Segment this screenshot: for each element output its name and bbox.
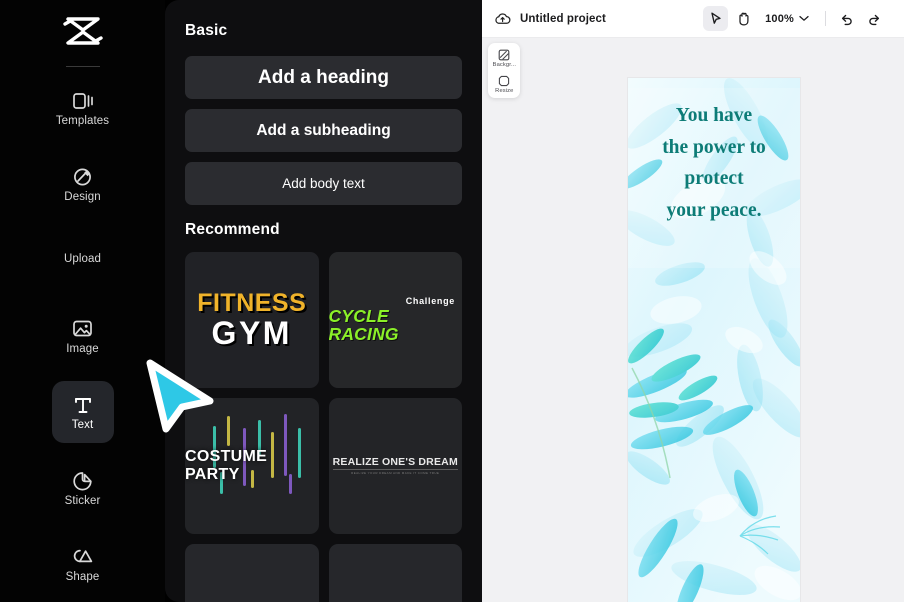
cursor-arrow-icon bbox=[711, 12, 721, 24]
basic-section-title: Basic bbox=[185, 22, 228, 39]
shape-icon bbox=[71, 545, 95, 569]
zoom-level-value: 100% bbox=[765, 12, 794, 25]
canvas-workspace: Untitled project 100% Backgr... Resize Y… bbox=[482, 0, 904, 602]
undo-button[interactable] bbox=[834, 6, 859, 31]
add-subheading-button[interactable]: Add a subheading bbox=[185, 109, 462, 152]
template-card-5[interactable] bbox=[185, 544, 319, 602]
template-card-fitness-gym[interactable]: FITNESS GYM bbox=[185, 252, 319, 388]
recommend-section-title: Recommend bbox=[185, 221, 280, 238]
canvas-region: Backgr... Resize You have the power to p… bbox=[482, 38, 904, 602]
quote-line: the power to bbox=[662, 136, 766, 158]
image-icon bbox=[71, 317, 94, 341]
canvas-floating-toolbar: Backgr... Resize bbox=[488, 43, 520, 99]
template-line-2: REALIZE YOUR DREAM AND MAKE IT COME TRUE bbox=[351, 471, 440, 476]
sidebar-item-upload[interactable]: Upload bbox=[52, 229, 114, 291]
text-tool-panel: Basic Add a heading Add a subheading Add… bbox=[165, 0, 482, 602]
quote-line: protect bbox=[684, 168, 744, 190]
sidebar-item-label: Design bbox=[64, 190, 101, 203]
divider bbox=[332, 469, 458, 471]
sidebar-item-shape[interactable]: Shape bbox=[52, 533, 114, 595]
template-line-1: REALIZE ONE'S DREAM bbox=[332, 455, 458, 468]
template-card-realize-dream[interactable]: REALIZE ONE'S DREAM REALIZE YOUR DREAM A… bbox=[328, 398, 463, 534]
undo-icon bbox=[841, 14, 852, 25]
background-tool-button[interactable]: Backgr... bbox=[488, 48, 520, 68]
rail-item-list: Templates Design Upload Image Text Stick… bbox=[0, 77, 165, 602]
design-brush-icon bbox=[71, 165, 95, 189]
resize-icon bbox=[498, 74, 510, 88]
capcut-logo-icon bbox=[62, 17, 103, 45]
template-line-1: Challenge bbox=[405, 296, 455, 306]
sidebar-item-design[interactable]: Design bbox=[52, 153, 114, 215]
design-artboard[interactable]: You have the power to protect your peace… bbox=[628, 78, 800, 602]
dream-text-column: REALIZE ONE'S DREAM REALIZE YOUR DREAM A… bbox=[332, 455, 458, 476]
quote-line: your peace. bbox=[666, 199, 762, 221]
capcut-editor-window: Templates Design Upload Image Text Stick… bbox=[0, 0, 904, 602]
hand-tool-button[interactable] bbox=[731, 6, 756, 31]
sidebar-item-label: Text bbox=[71, 418, 94, 431]
sidebar-item-sticker[interactable]: Sticker bbox=[52, 457, 114, 519]
hand-icon bbox=[739, 12, 749, 26]
templates-icon bbox=[71, 89, 95, 113]
template-line-2: CYCLE RACING bbox=[328, 306, 399, 344]
sidebar-item-image[interactable]: Image bbox=[52, 305, 114, 367]
add-body-text-button[interactable]: Add body text bbox=[185, 162, 462, 205]
sidebar-item-label: Sticker bbox=[64, 494, 101, 507]
zoom-control[interactable]: 100% bbox=[765, 13, 809, 25]
sidebar-item-text[interactable]: Text bbox=[51, 381, 114, 443]
toolbar-separator bbox=[825, 11, 826, 26]
rail-divider bbox=[65, 66, 100, 67]
canvas-tool-label: Resize bbox=[494, 86, 514, 94]
add-heading-button[interactable]: Add a heading bbox=[185, 56, 462, 99]
sidebar-item-label: Shape bbox=[65, 570, 100, 583]
app-logo[interactable] bbox=[0, 0, 165, 62]
canvas-tool-label: Backgr... bbox=[492, 61, 516, 68]
template-card-costume-party[interactable]: COSTUME PARTY bbox=[185, 398, 319, 534]
recommend-template-grid: FITNESS GYM Challenge CYCLE RACING COSTU… bbox=[185, 252, 462, 602]
redo-icon bbox=[869, 14, 880, 25]
resize-tool-button[interactable]: Resize bbox=[488, 74, 520, 94]
sidebar-item-label: Upload bbox=[63, 253, 102, 266]
sticker-icon bbox=[71, 469, 94, 493]
sidebar-item-label: Templates bbox=[55, 114, 110, 127]
template-line-1: FITNESS bbox=[197, 289, 307, 317]
cloud-sync-icon[interactable] bbox=[494, 12, 511, 26]
sidebar-item-templates[interactable]: Templates bbox=[52, 77, 114, 139]
select-tool-button[interactable] bbox=[703, 6, 729, 31]
left-nav-rail: Templates Design Upload Image Text Stick… bbox=[0, 0, 165, 602]
template-line-1: COSTUME PARTY bbox=[185, 448, 268, 483]
template-card-cycle-racing[interactable]: Challenge CYCLE RACING bbox=[328, 252, 462, 388]
project-title[interactable]: Untitled project bbox=[520, 13, 606, 25]
background-icon bbox=[498, 48, 510, 62]
quote-line: You have bbox=[675, 105, 753, 126]
design-quote-text: You have the power to protect your peace… bbox=[628, 100, 800, 226]
dream-badge-group: REALIZE ONE'S DREAM REALIZE YOUR DREAM A… bbox=[329, 457, 463, 476]
text-t-icon bbox=[72, 393, 94, 417]
canvas-topbar: Untitled project 100% bbox=[482, 0, 904, 38]
template-line-2: GYM bbox=[211, 315, 292, 351]
sidebar-item-label: Image bbox=[66, 342, 99, 355]
chevron-down-icon bbox=[799, 15, 809, 21]
redo-button[interactable] bbox=[862, 6, 887, 31]
template-card-6[interactable] bbox=[328, 544, 462, 602]
